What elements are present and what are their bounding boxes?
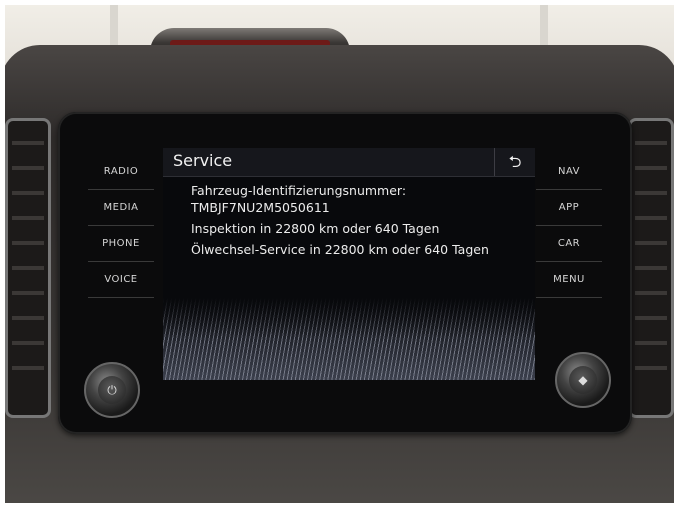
car-button[interactable]: CAR [536, 226, 602, 262]
right-button-column: NAV APP CAR MENU [536, 154, 602, 298]
infotainment-unit: RADIO MEDIA PHONE VOICE Service ⮌ Fahrze… [58, 112, 632, 434]
inspection-info: Inspektion in 22800 km oder 640 Tagen [191, 221, 440, 236]
screen-header: Service ⮌ [163, 148, 535, 177]
power-icon: ⏻ [98, 376, 126, 404]
left-button-column: RADIO MEDIA PHONE VOICE [88, 154, 154, 298]
back-button[interactable]: ⮌ [494, 148, 535, 176]
service-info: Fahrzeug-Identifizierungsnummer: TMBJF7N… [191, 182, 527, 258]
car-interior-scene: RADIO MEDIA PHONE VOICE Service ⮌ Fahrze… [0, 0, 679, 508]
nav-button[interactable]: NAV [536, 154, 602, 190]
pattern-fade [163, 298, 535, 338]
phone-button[interactable]: PHONE [88, 226, 154, 262]
vin-label: Fahrzeug-Identifizierungsnummer: [191, 183, 407, 198]
page-title: Service [173, 151, 233, 170]
vin-value: TMBJF7NU2M5050611 [191, 200, 330, 215]
tune-icon: ◆ [569, 366, 597, 394]
voice-button[interactable]: VOICE [88, 262, 154, 298]
oil-service-info: Ölwechsel-Service in 22800 km oder 640 T… [191, 242, 489, 257]
menu-button[interactable]: MENU [536, 262, 602, 298]
back-arrow-icon: ⮌ [508, 152, 522, 171]
display-screen: Service ⮌ Fahrzeug-Identifizierungsnumme… [163, 148, 535, 380]
air-vent-left [5, 118, 51, 418]
app-button[interactable]: APP [536, 190, 602, 226]
media-button[interactable]: MEDIA [88, 190, 154, 226]
volume-knob[interactable]: ⏻ [84, 362, 140, 418]
radio-button[interactable]: RADIO [88, 154, 154, 190]
air-vent-right [628, 118, 674, 418]
tune-knob[interactable]: ◆ [555, 352, 611, 408]
